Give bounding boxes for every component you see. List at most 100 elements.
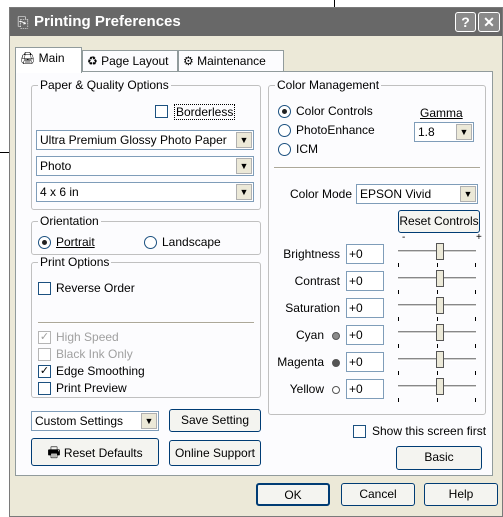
brightness-slider[interactable] [398,243,478,267]
custom-settings-value: Custom Settings [35,414,124,428]
borderless-label[interactable]: Borderless [174,104,236,120]
basic-button[interactable]: Basic [396,446,482,470]
printer-icon: 🖨 [20,51,36,65]
chevron-down-icon: ▼ [456,124,472,140]
reset-defaults-label: Reset Defaults [63,446,143,460]
photoenhance-radio[interactable] [278,124,291,137]
magenta-label: Magenta [277,355,324,369]
photoenhance-label[interactable]: PhotoEnhance [296,123,375,137]
chevron-down-icon: ▼ [236,184,252,200]
maintenance-icon: ⚙ [183,54,194,68]
help-title-button[interactable]: ? [455,12,476,32]
reset-controls-button[interactable]: Reset Controls [398,210,480,233]
icm-label[interactable]: ICM [296,142,318,156]
cyan-value-field[interactable]: +0 [346,325,384,345]
slider-tick [398,371,399,375]
slider-min-label: - [402,232,406,243]
landscape-label[interactable]: Landscape [162,235,221,249]
black-ink-only-label: Black Ink Only [56,347,133,361]
edge-smoothing-checkbox[interactable]: ✓ [38,365,51,378]
slider-tick [437,263,438,267]
brightness-value-field[interactable]: +0 [346,244,384,264]
icm-radio[interactable] [278,143,291,156]
slider-tick [475,263,476,267]
saturation-slider-thumb[interactable] [436,297,444,314]
contrast-label: Contrast [294,274,340,288]
cyan-slider[interactable] [398,324,478,348]
show-screen-first-checkbox[interactable] [353,425,366,438]
ok-button[interactable]: OK [256,483,330,506]
chevron-down-icon: ▼ [236,132,252,148]
landscape-radio[interactable] [144,236,157,249]
print-preview-checkbox[interactable] [38,382,51,395]
cyan-slider-thumb[interactable] [436,324,444,341]
gamma-value: 1.8 [418,125,435,139]
quality-select[interactable]: Photo ▼ [36,156,254,176]
magenta-slider[interactable] [398,351,478,375]
quality-value: Photo [40,159,72,173]
color-mode-select[interactable]: EPSON Vivid ▼ [356,184,478,204]
print-preview-label[interactable]: Print Preview [56,381,127,395]
high-speed-checkbox: ✓ [38,331,51,344]
cancel-button[interactable]: Cancel [341,483,415,506]
reset-defaults-icon: 🖶 [47,444,61,460]
edge-smoothing-label[interactable]: Edge Smoothing [56,364,145,378]
main-tab-panel: Paper & Quality Options Borderless Ultra… [15,71,493,476]
borderless-checkbox[interactable] [155,105,168,118]
yellow-label: Yellow [289,382,324,396]
gamma-select[interactable]: 1.8 ▼ [414,122,474,142]
color-controls-radio[interactable] [278,105,291,118]
slider-tick [475,371,476,375]
color-management-divider [274,167,480,169]
tab-main-label: Main [38,51,65,65]
yellow-slider[interactable] [398,378,478,402]
paper-size-select[interactable]: 4 x 6 in ▼ [36,182,254,202]
slider-tick [437,344,438,348]
magenta-ink-dot-icon [332,359,340,367]
slider-tick [398,290,399,294]
help-button[interactable]: Help [424,483,498,506]
magenta-value-field[interactable]: +0 [346,352,384,372]
slider-tick [437,290,438,294]
color-mode-label: Color Mode [290,187,353,201]
high-speed-label: High Speed [56,330,119,344]
contrast-slider[interactable] [398,270,478,294]
custom-settings-select[interactable]: Custom Settings ▼ [31,411,159,431]
slider-tick [437,317,438,321]
tab-maintenance[interactable]: ⚙ Maintenance [178,50,284,72]
portrait-radio[interactable] [38,236,51,249]
reverse-order-checkbox[interactable] [38,282,51,295]
media-type-select[interactable]: Ultra Premium Glossy Photo Paper ▼ [36,130,254,150]
contrast-value-field[interactable]: +0 [346,271,384,291]
saturation-value-field[interactable]: +0 [346,298,384,318]
page-layout-icon: ♻ [87,54,98,68]
gamma-label: Gamma [420,106,463,120]
slider-tick [398,317,399,321]
slider-tick [475,290,476,294]
close-button[interactable]: ✕ [478,12,500,32]
save-setting-button[interactable]: Save Setting [169,409,261,432]
magenta-slider-thumb[interactable] [436,351,444,368]
portrait-label[interactable]: Portrait [56,235,95,249]
saturation-slider[interactable] [398,297,478,321]
chevron-down-icon: ▼ [236,158,252,174]
yellow-slider-thumb[interactable] [436,378,444,395]
title-bar[interactable]: ⎘ Printing Preferences ? ✕ [10,8,502,36]
cyan-label: Cyan [295,328,324,342]
slider-tick [398,263,399,267]
show-screen-first-label[interactable]: Show this screen first [372,424,486,438]
window-title: Printing Preferences [34,13,181,30]
reverse-order-label[interactable]: Reverse Order [56,281,135,295]
contrast-slider-thumb[interactable] [436,270,444,287]
color-controls-label[interactable]: Color Controls [296,104,373,118]
online-support-button[interactable]: Online Support [169,440,261,466]
slider-tick [475,317,476,321]
tab-main[interactable]: 🖨 Main [15,47,82,73]
yellow-ink-dot-icon [332,386,340,394]
reset-defaults-button[interactable]: 🖶 Reset Defaults [31,438,159,466]
brightness-slider-thumb[interactable] [436,243,444,260]
yellow-value-field[interactable]: +0 [346,379,384,399]
tab-page-layout[interactable]: ♻ Page Layout [82,50,178,72]
brightness-label: Brightness [283,247,340,261]
tab-page-layout-label: Page Layout [101,54,169,68]
